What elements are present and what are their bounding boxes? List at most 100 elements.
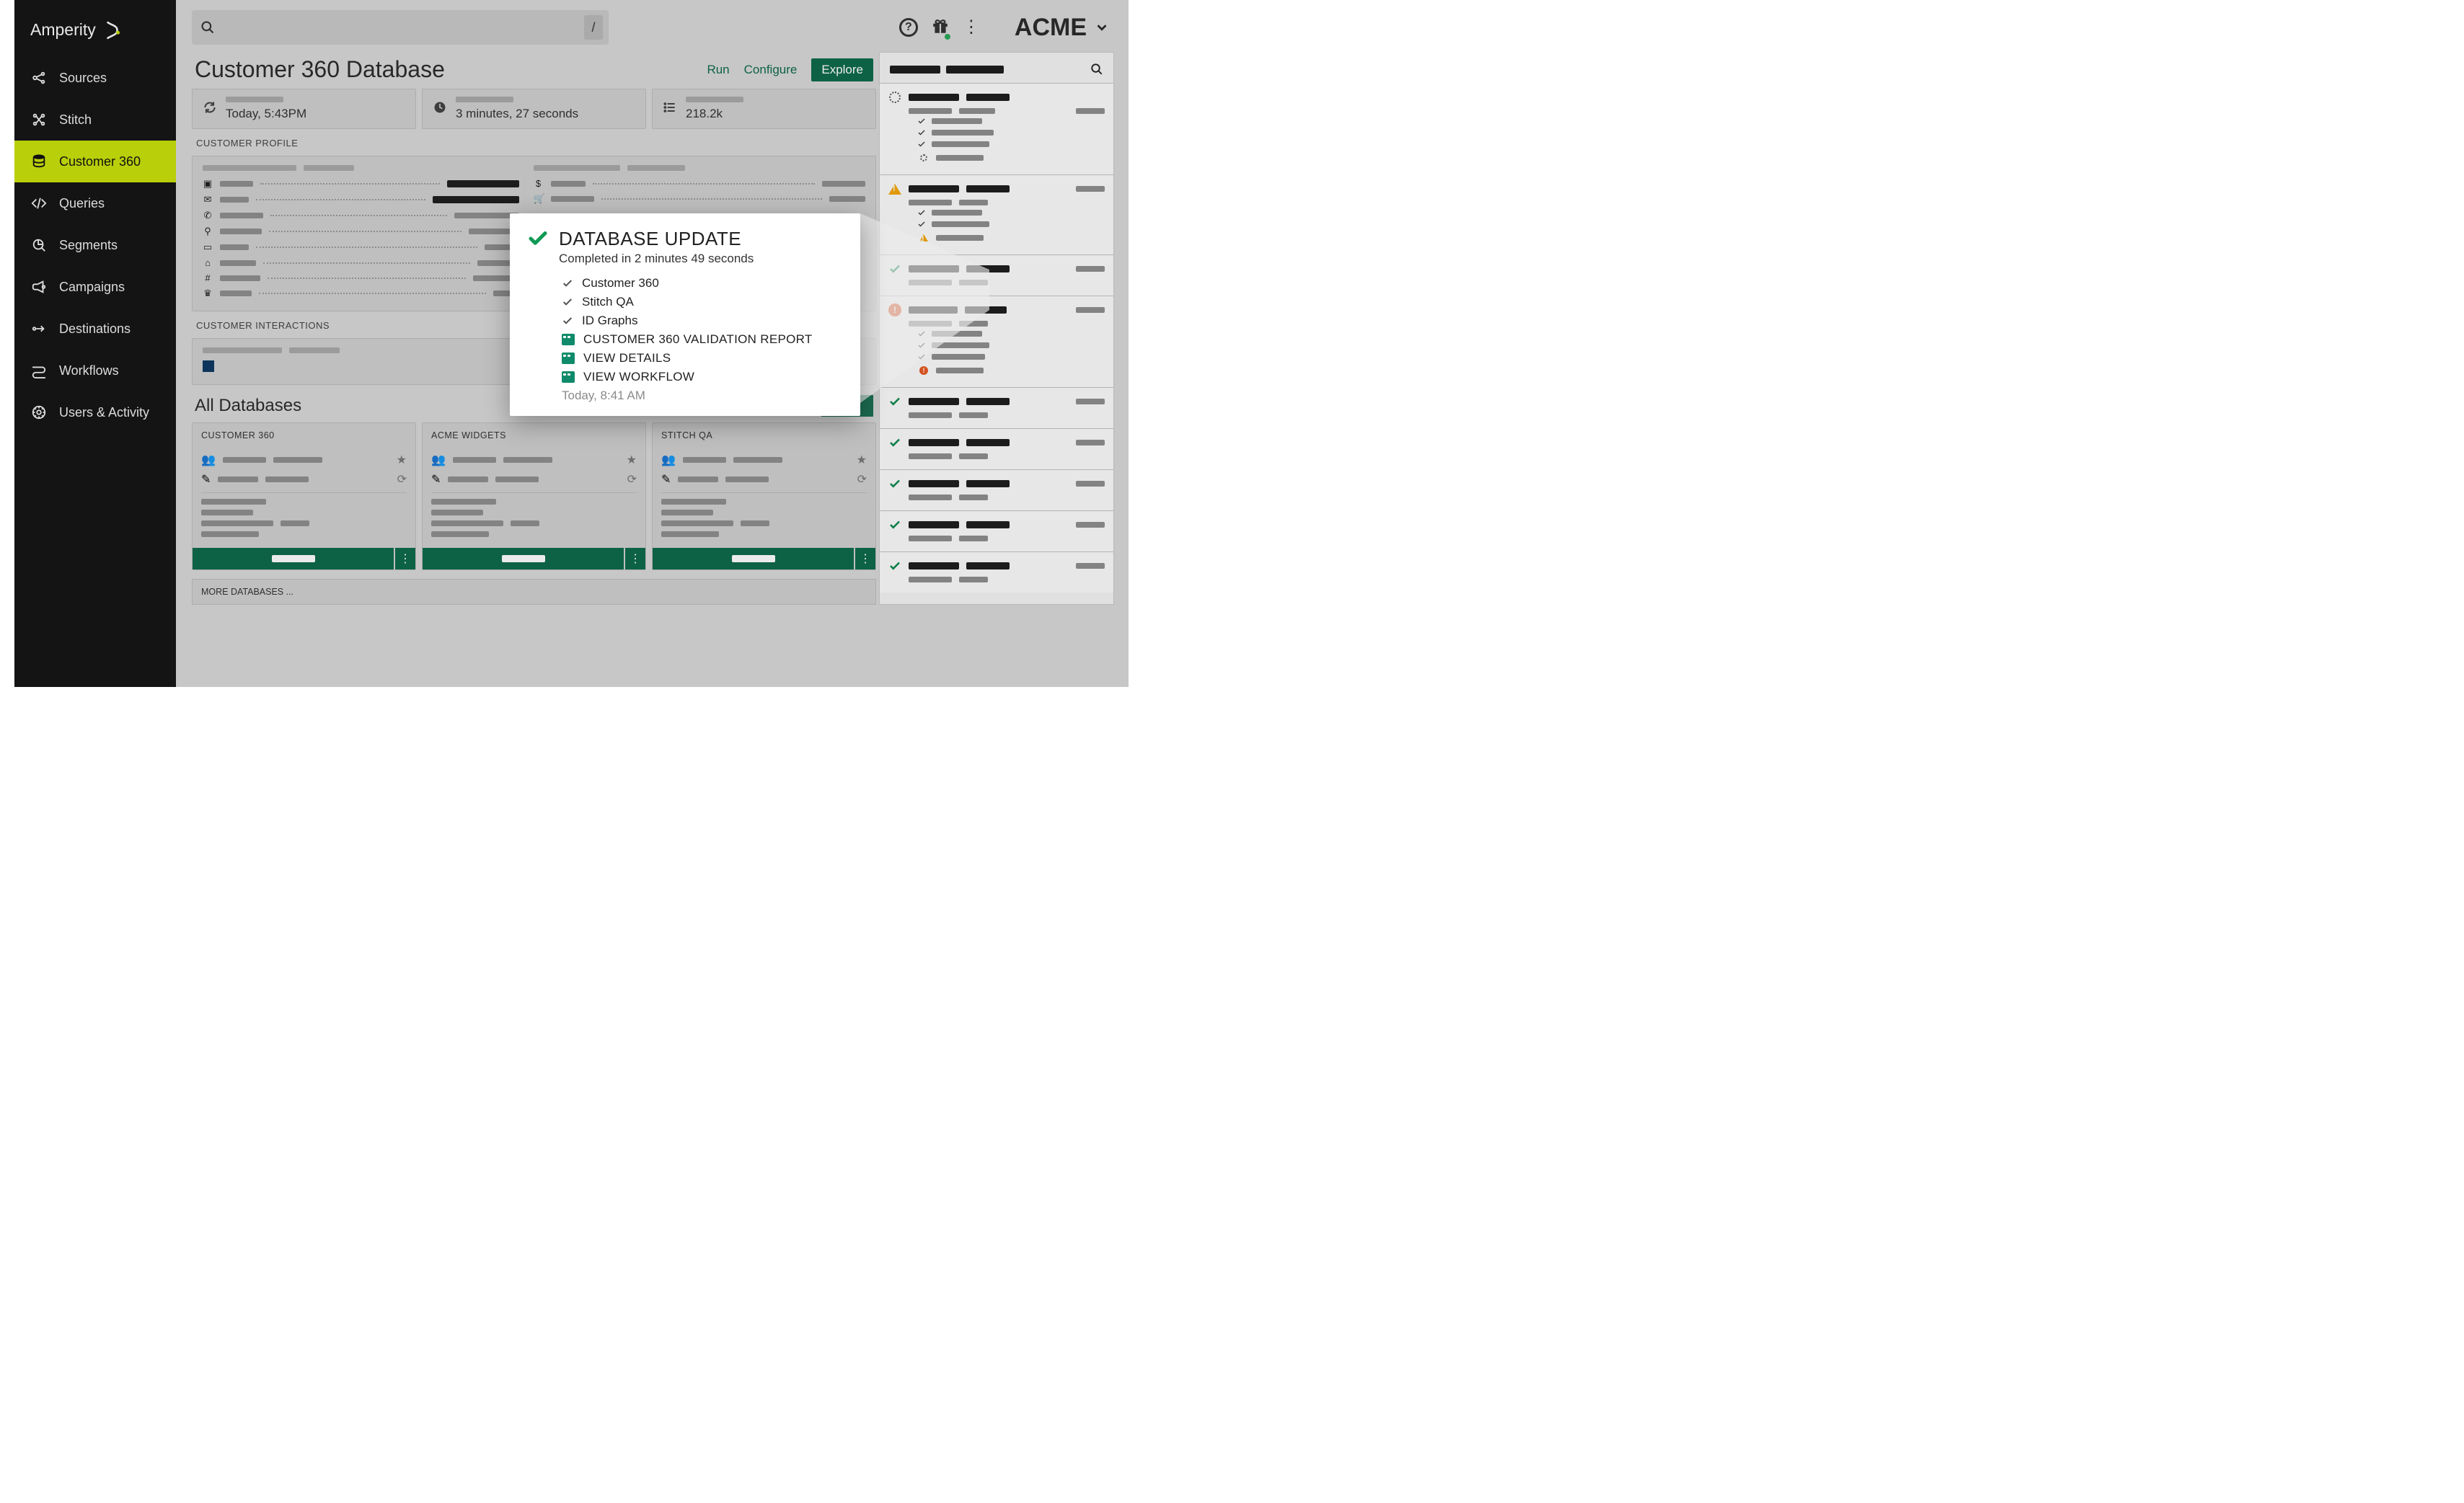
nav-item-users-activity[interactable]: Users & Activity bbox=[14, 391, 176, 433]
check-icon bbox=[888, 262, 901, 275]
callout-link[interactable]: VIEW DETAILS bbox=[562, 351, 840, 365]
activity-item[interactable] bbox=[880, 174, 1113, 254]
check-icon bbox=[527, 228, 549, 249]
nav-item-customer-360[interactable]: Customer 360 bbox=[14, 141, 176, 182]
stat-value: Today, 5:43PM bbox=[226, 107, 306, 121]
page-header: Customer 360 Database Run Configure Expl… bbox=[192, 52, 876, 89]
nav-item-stitch[interactable]: Stitch bbox=[14, 99, 176, 141]
refresh-icon bbox=[203, 100, 217, 118]
check-icon bbox=[888, 436, 901, 449]
activity-item[interactable] bbox=[880, 387, 1113, 428]
brand-logo-icon bbox=[103, 21, 122, 40]
db-row: CUSTOMER 360 👥★ ✎⟳ ⋮ bbox=[192, 422, 876, 570]
activity-panel: ! ! bbox=[879, 52, 1114, 605]
configure-button[interactable]: Configure bbox=[744, 63, 798, 77]
search-input[interactable]: / bbox=[192, 10, 609, 45]
activity-item[interactable] bbox=[880, 83, 1113, 174]
tenant-name: ACME bbox=[1015, 14, 1087, 42]
window-icon bbox=[562, 353, 575, 364]
warning-icon bbox=[917, 231, 930, 244]
callout: DATABASE UPDATE Completed in 2 minutes 4… bbox=[510, 213, 860, 416]
callout-link[interactable]: VIEW WORKFLOW bbox=[562, 370, 840, 384]
spinner-icon bbox=[888, 91, 901, 104]
check-icon bbox=[888, 395, 901, 408]
stats-row: Today, 5:43PM 3 minutes, 27 seconds 218.… bbox=[192, 89, 876, 129]
clock-icon bbox=[433, 100, 447, 118]
activity-item[interactable] bbox=[880, 254, 1113, 296]
search-icon bbox=[200, 20, 215, 35]
nav-item-sources[interactable]: Sources bbox=[14, 57, 176, 99]
db-card[interactable]: ACME WIDGETS 👥★ ✎⟳ ⋮ bbox=[422, 422, 646, 570]
brand-name: Amperity bbox=[30, 20, 96, 40]
nav-label: Destinations bbox=[59, 322, 131, 337]
db-card-title: ACME WIDGETS bbox=[423, 423, 645, 445]
nav-label: Workflows bbox=[59, 363, 119, 378]
destinations-icon bbox=[30, 321, 48, 337]
activity-item[interactable] bbox=[880, 551, 1113, 593]
error-icon: ! bbox=[917, 364, 930, 377]
main: / ? ⋮ ACME Customer 360 Database Run Con… bbox=[176, 0, 1129, 687]
code-icon bbox=[30, 195, 48, 211]
db-card-menu[interactable]: ⋮ bbox=[395, 548, 415, 569]
section-profile-title: CUSTOMER PROFILE bbox=[192, 129, 876, 154]
db-card-title: STITCH QA bbox=[653, 423, 875, 445]
search-shortcut: / bbox=[584, 15, 603, 40]
tenant-switcher[interactable]: ACME bbox=[1015, 14, 1110, 42]
chevron-down-icon bbox=[1094, 19, 1110, 35]
nav-label: Queries bbox=[59, 196, 105, 211]
activity-item[interactable] bbox=[880, 469, 1113, 510]
nav-label: Customer 360 bbox=[59, 154, 141, 169]
users-activity-icon bbox=[30, 404, 48, 420]
nav-item-workflows[interactable]: Workflows bbox=[14, 350, 176, 391]
nav-label: Stitch bbox=[59, 112, 92, 128]
db-card-action[interactable] bbox=[653, 548, 854, 569]
db-card-menu[interactable]: ⋮ bbox=[855, 548, 875, 569]
gift-icon[interactable] bbox=[931, 17, 950, 39]
nav-item-destinations[interactable]: Destinations bbox=[14, 308, 176, 350]
db-card-action[interactable] bbox=[423, 548, 624, 569]
nav: Sources Stitch Customer 360 Queries Segm… bbox=[14, 57, 176, 433]
page-title: Customer 360 Database bbox=[195, 56, 692, 83]
callout-item: Stitch QA bbox=[562, 295, 840, 309]
explore-button[interactable]: Explore bbox=[811, 58, 873, 81]
callout-link[interactable]: CUSTOMER 360 VALIDATION REPORT bbox=[562, 332, 840, 347]
nav-item-queries[interactable]: Queries bbox=[14, 182, 176, 224]
activity-panel-header bbox=[880, 53, 1113, 83]
check-icon bbox=[888, 559, 901, 572]
stat-duration: 3 minutes, 27 seconds bbox=[422, 89, 646, 129]
db-card-menu[interactable]: ⋮ bbox=[625, 548, 645, 569]
sidebar: Amperity Sources Stitch Customer 360 Que… bbox=[14, 0, 176, 687]
help-icon[interactable]: ? bbox=[899, 18, 918, 37]
callout-timestamp: Today, 8:41 AM bbox=[527, 389, 840, 403]
stitch-icon bbox=[30, 112, 48, 128]
check-icon bbox=[888, 477, 901, 490]
callout-item: Customer 360 bbox=[562, 276, 840, 291]
warning-icon bbox=[888, 182, 901, 195]
activity-item[interactable]: ! ! bbox=[880, 296, 1113, 387]
window-icon bbox=[562, 371, 575, 383]
sources-icon bbox=[30, 70, 48, 86]
nav-label: Campaigns bbox=[59, 280, 125, 295]
nav-label: Users & Activity bbox=[59, 405, 149, 420]
database-icon bbox=[30, 154, 48, 169]
stat-value: 3 minutes, 27 seconds bbox=[456, 107, 578, 121]
more-databases[interactable]: MORE DATABASES ... bbox=[192, 579, 876, 605]
panel-search-icon[interactable] bbox=[1090, 63, 1103, 76]
db-card[interactable]: STITCH QA 👥★ ✎⟳ ⋮ bbox=[652, 422, 876, 570]
topbar: / ? ⋮ ACME bbox=[176, 0, 1129, 50]
nav-item-campaigns[interactable]: Campaigns bbox=[14, 266, 176, 308]
error-icon: ! bbox=[888, 303, 901, 316]
db-card[interactable]: CUSTOMER 360 👥★ ✎⟳ ⋮ bbox=[192, 422, 416, 570]
kebab-menu[interactable]: ⋮ bbox=[963, 25, 980, 30]
callout-title: DATABASE UPDATE bbox=[559, 228, 741, 250]
run-button[interactable]: Run bbox=[707, 63, 729, 77]
stat-records: 218.2k bbox=[652, 89, 876, 129]
db-card-title: CUSTOMER 360 bbox=[193, 423, 415, 445]
activity-item[interactable] bbox=[880, 510, 1113, 551]
nav-item-segments[interactable]: Segments bbox=[14, 224, 176, 266]
list-icon bbox=[663, 100, 677, 118]
activity-item[interactable] bbox=[880, 428, 1113, 469]
nav-label: Segments bbox=[59, 238, 118, 253]
stat-last-run: Today, 5:43PM bbox=[192, 89, 416, 129]
db-card-action[interactable] bbox=[193, 548, 394, 569]
